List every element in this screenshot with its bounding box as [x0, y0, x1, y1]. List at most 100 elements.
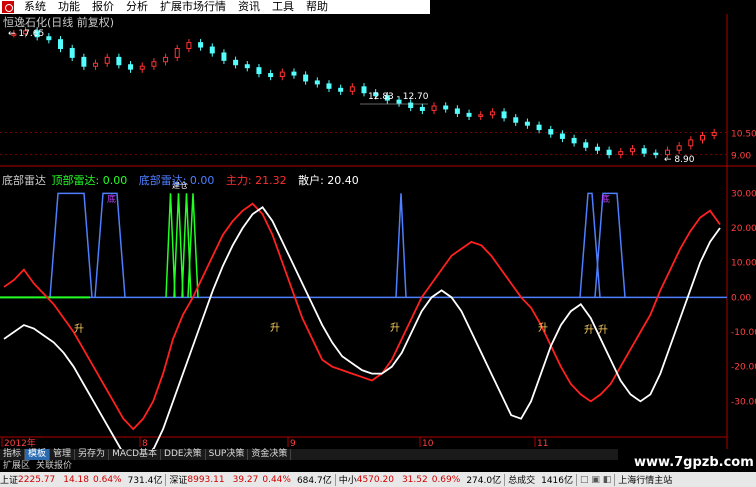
server-label[interactable]: 上海行情主站 — [618, 473, 672, 486]
sz-change: 39.27 — [232, 474, 259, 485]
top-radar-pulse — [173, 193, 184, 298]
sh-change: 14.18 — [63, 474, 89, 485]
indicator-tick-label: -10.00 — [731, 328, 756, 338]
bottom-radar-value: 底部雷达: 0.00 — [138, 174, 215, 187]
tab-fund[interactable]: 资金决策 — [248, 449, 292, 460]
deal-label: 总成交 — [508, 476, 536, 486]
tab-save-as[interactable]: 另存为 — [75, 449, 110, 460]
indicator-toolbar: 指标 模板 管理 另存为 MACD基本 DDE决策 SUP决策 资金决策 — [0, 449, 618, 460]
candle-down — [198, 42, 204, 48]
candle-up — [699, 134, 705, 141]
candle-down — [466, 112, 472, 117]
candle-up — [349, 86, 355, 92]
sh-pct: 0.64% — [93, 474, 122, 485]
sz-label: 深证 — [169, 476, 188, 486]
tab-indicator[interactable]: 指标 — [0, 449, 26, 460]
sh-label: 上证 — [0, 476, 19, 486]
candle-down — [419, 106, 425, 111]
candle-down — [221, 52, 227, 61]
candle-down — [326, 83, 332, 89]
ext-area-tab[interactable]: 扩展区 — [0, 460, 33, 472]
candle-down — [128, 64, 134, 70]
radar-series — [0, 192, 626, 299]
candle-down — [548, 129, 554, 135]
sh-value: 2225.77 — [18, 474, 56, 485]
candle-down — [524, 121, 530, 126]
candle-down — [571, 137, 577, 144]
candle-up — [618, 151, 624, 156]
tab-macd[interactable]: MACD基本 — [109, 449, 162, 460]
tab-sup[interactable]: SUP决策 — [206, 449, 249, 460]
indicator-axis: 30.00 20.00 10.00 0.00 -10.00 -20.00 -30.00 — [731, 189, 756, 407]
candle-down — [314, 80, 320, 85]
radar-pulse — [579, 192, 601, 298]
radar-pulse — [395, 193, 407, 298]
price-high-label: ← 17.65 — [8, 29, 45, 39]
deal-value: 1416亿 — [541, 476, 573, 486]
top-radar-pulse — [181, 193, 192, 298]
time-tick-label: 8 — [142, 439, 148, 449]
tab-template[interactable]: 模板 — [25, 449, 51, 460]
candle-down — [583, 142, 589, 148]
sh-amount: 731.4亿 — [127, 476, 163, 486]
time-tick-label: 2012年 — [4, 437, 36, 449]
candle-up — [151, 61, 157, 67]
sheng-mark: 升 — [74, 323, 84, 335]
candle-down — [209, 46, 215, 54]
candle-up — [186, 42, 192, 50]
indicator-tick-label: -30.00 — [731, 397, 756, 407]
candle-down — [606, 149, 612, 156]
sz-pct: 0.44% — [262, 474, 291, 485]
candle-up — [431, 105, 437, 111]
time-tick-label: 11 — [537, 439, 548, 449]
candle-up — [489, 111, 495, 116]
candle-down — [81, 56, 87, 67]
status-icons[interactable]: □ ▣ ◧ — [580, 475, 611, 485]
candle-down — [338, 87, 344, 92]
indicator-header: 底部雷达 顶部雷达: 0.00 底部雷达: 0.00 主力: 21.32 散户:… — [2, 172, 359, 188]
candle-up — [104, 56, 110, 64]
candle-down — [361, 86, 367, 94]
indicator-lines — [3, 202, 721, 449]
zx-label: 中小 — [338, 476, 357, 486]
candle-down — [233, 59, 239, 66]
candle-up — [688, 139, 694, 147]
candle-down — [513, 117, 519, 123]
indicator-tick-label: 10.00 — [731, 259, 756, 269]
candle-down — [244, 64, 250, 69]
candle-down — [291, 71, 297, 76]
zx-change: 31.52 — [401, 474, 428, 485]
candle-down — [443, 105, 449, 110]
tab-manage[interactable]: 管理 — [50, 449, 76, 460]
candle-up — [163, 56, 169, 63]
retail-line — [3, 205, 721, 449]
candle-up — [478, 114, 484, 117]
candle-up — [279, 71, 285, 78]
sheng-mark: 升 — [584, 324, 594, 336]
candle-up — [629, 148, 635, 153]
tab-dde[interactable]: DDE决策 — [161, 449, 206, 460]
main-force-value: 主力: 21.32 — [225, 174, 287, 187]
sz-amount: 684.7亿 — [296, 476, 332, 486]
time-axis: 2012年 8 9 10 11 — [1, 437, 548, 449]
indicator-tick-label: -20.00 — [731, 363, 756, 373]
chart-area[interactable]: 10.50 9.00 30.00 20.00 10.00 0.00 -10.00 -20.0… — [0, 0, 756, 449]
candle-down — [58, 39, 64, 50]
candle-down — [594, 146, 600, 151]
top-radar-value: 顶部雷达: 0.00 — [51, 174, 128, 187]
radar-pulse — [94, 192, 126, 298]
sheng-mark: 升 — [538, 322, 548, 334]
price-low-label: ← 8.90 — [664, 155, 695, 165]
time-tick-label: 10 — [422, 439, 434, 449]
sheng-mark: 升 — [270, 322, 280, 334]
price-range-label: 12.83 - 12.70 — [368, 92, 429, 102]
candle-down — [536, 124, 542, 131]
sheng-mark: 升 — [598, 324, 608, 336]
candle-down — [501, 111, 507, 119]
candle-down — [559, 133, 565, 139]
related-quote-tab[interactable]: 关联报价 — [33, 460, 75, 472]
signal-marks: 升升升升升升底 底建仓 — [74, 180, 610, 336]
di-mark: 底 — [601, 193, 610, 205]
main-force-line — [3, 202, 721, 431]
candle-down — [268, 73, 274, 78]
